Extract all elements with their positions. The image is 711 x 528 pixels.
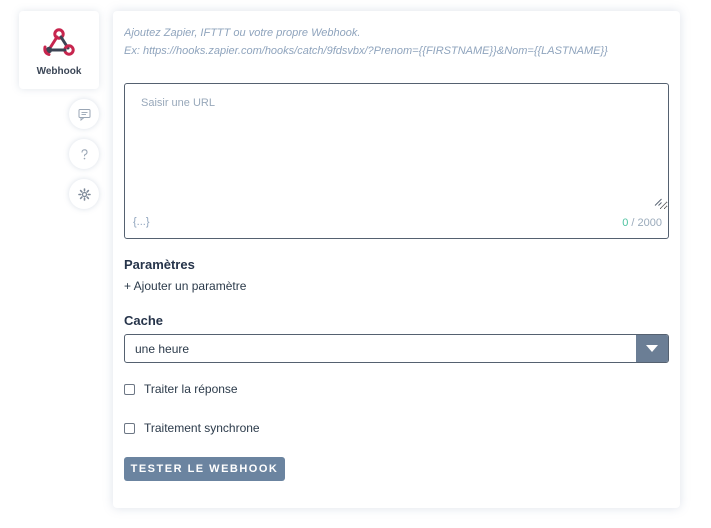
comment-icon (78, 108, 90, 121)
help-icon (80, 148, 88, 159)
sync-processing-row[interactable]: Traitement synchrone (124, 421, 260, 435)
cache-title: Cache (124, 313, 164, 328)
process-response-label: Traiter la réponse (144, 382, 238, 396)
hint-line-2: Ex: https://hooks.zapier.com/hooks/catch… (124, 45, 608, 57)
add-parameter-link[interactable]: + Ajouter un paramètre (124, 279, 246, 293)
insert-variable-button[interactable]: {...} (133, 216, 150, 228)
url-field-container: {...} 0 / 2000 (124, 83, 669, 239)
webhook-settings-panel: Ajoutez Zapier, IFTTT ou votre propre We… (113, 11, 680, 508)
params-title: Paramètres (124, 257, 195, 272)
counter-current: 0 (622, 217, 629, 229)
url-input[interactable] (125, 84, 668, 210)
character-counter: 0 / 2000 (622, 217, 662, 229)
chevron-down-icon (646, 345, 658, 352)
webhook-editor: Webhook Ajoutez Zapier, IFTTT ou votre p… (0, 0, 711, 528)
gear-icon (77, 187, 91, 201)
sync-processing-label: Traitement synchrone (144, 421, 260, 435)
process-response-checkbox[interactable] (124, 383, 135, 395)
comment-button[interactable] (69, 99, 99, 129)
settings-button[interactable] (69, 179, 99, 209)
help-button[interactable] (69, 139, 99, 169)
test-webhook-button[interactable]: TESTER LE WEBHOOK (124, 457, 285, 481)
hint-line-1: Ajoutez Zapier, IFTTT ou votre propre We… (124, 27, 361, 39)
cache-selected-value: une heure (135, 341, 190, 356)
sync-processing-checkbox[interactable] (124, 422, 135, 434)
cache-select[interactable]: une heure (124, 334, 669, 363)
dropdown-toggle[interactable] (636, 335, 668, 362)
resize-grip-icon[interactable] (654, 198, 662, 206)
counter-max: / 2000 (631, 217, 662, 229)
webhook-block-card[interactable]: Webhook (19, 11, 99, 89)
hint-text: Ajoutez Zapier, IFTTT ou votre propre We… (124, 24, 674, 60)
process-response-row[interactable]: Traiter la réponse (124, 382, 238, 396)
webhook-icon (43, 27, 75, 56)
block-label: Webhook (36, 65, 82, 77)
